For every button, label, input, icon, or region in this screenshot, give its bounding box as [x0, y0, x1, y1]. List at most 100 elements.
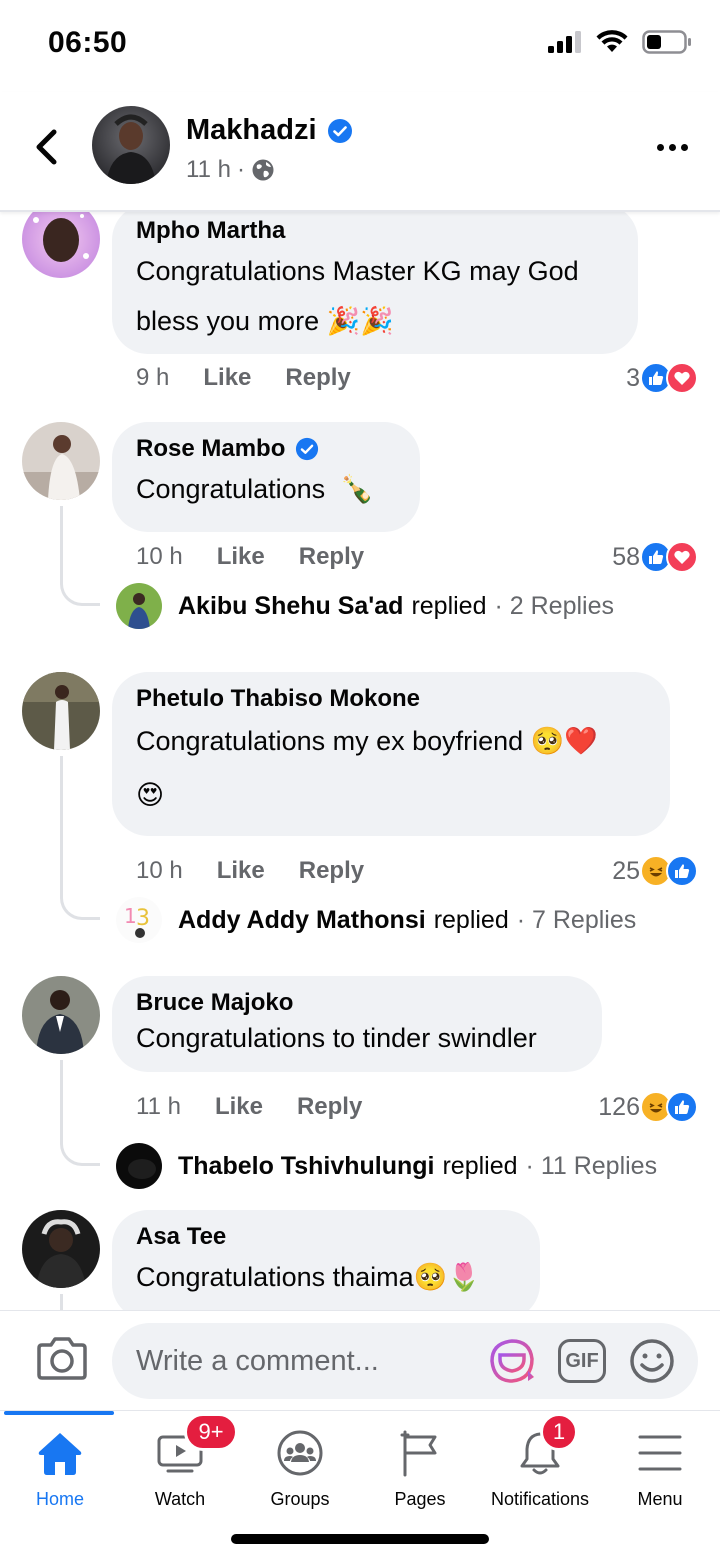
emoji-button[interactable] — [628, 1337, 676, 1385]
thread-connector — [60, 506, 100, 606]
like-reaction-icon — [666, 1091, 698, 1123]
comment-actions: 10 h Like Reply — [136, 854, 398, 888]
reaction-summary[interactable]: 3 — [626, 361, 698, 395]
back-button[interactable] — [26, 122, 66, 172]
replier-name: Thabelo Tshivhulungi — [178, 1151, 435, 1180]
comment-input[interactable] — [136, 1323, 476, 1399]
like-button[interactable]: Like — [217, 857, 265, 885]
pleading-heart-emoji: 🥺❤️ — [530, 726, 598, 756]
svg-text:1: 1 — [124, 904, 137, 928]
dot — [668, 143, 676, 151]
status-time: 06:50 — [48, 26, 128, 59]
commenter-avatar[interactable] — [22, 212, 100, 278]
tab-label: Watch — [154, 1489, 206, 1509]
wifi-icon — [596, 30, 628, 52]
comment-author[interactable]: Bruce Majoko — [136, 988, 578, 1018]
comment-author[interactable]: Phetulo Thabiso Mokone — [136, 684, 646, 714]
avatar-sticker-button[interactable] — [488, 1337, 536, 1385]
meta-separator: · — [236, 156, 245, 183]
comment-text: Congratulations to tinder swindler — [136, 1023, 537, 1053]
comment-bubble[interactable]: Asa Tee Congratulations thaima🥺🌷 — [112, 1210, 540, 1310]
reaction-count: 25 — [612, 856, 640, 885]
comment-author[interactable]: Asa Tee — [136, 1222, 516, 1252]
comment-actions: 9 h Like Reply — [136, 361, 385, 395]
comment-text: Congratulations thaima🥺🌷 — [136, 1262, 481, 1292]
camera-icon — [37, 1337, 87, 1380]
author-name[interactable]: Makhadzi — [186, 114, 317, 147]
comment-bubble[interactable]: Phetulo Thabiso Mokone Congratulations m… — [112, 672, 670, 836]
comment-bubble[interactable]: Mpho Martha Congratulations Master KG ma… — [112, 212, 638, 354]
pleading-tulip-emoji: 🥺🌷 — [413, 1262, 481, 1292]
comment-bubble[interactable]: Rose Mambo Congratulations 🍾 — [112, 422, 420, 532]
like-reaction-icon — [666, 855, 698, 887]
reaction-count: 3 — [626, 363, 640, 392]
reaction-summary[interactable]: 25 — [612, 854, 698, 888]
more-options-button[interactable] — [652, 132, 692, 162]
tab-pages[interactable]: Pages — [360, 1411, 480, 1521]
comment-time: 10 h — [136, 857, 183, 884]
chevron-left-icon — [36, 129, 57, 165]
comment-box: GIF — [112, 1323, 698, 1399]
commenter-avatar[interactable] — [22, 976, 100, 1054]
reply-button[interactable]: Reply — [299, 857, 364, 885]
view-replies-link[interactable]: Akibu Shehu Sa'ad replied · 2 Replies — [116, 582, 614, 630]
thread-connector — [60, 1060, 100, 1166]
replied-label: replied — [442, 1151, 518, 1180]
reaction-summary[interactable]: 126 — [598, 1090, 698, 1124]
tab-label: Groups — [270, 1489, 330, 1509]
replied-label: replied — [411, 591, 487, 620]
comment-author[interactable]: Rose Mambo — [136, 434, 396, 464]
hamburger-icon — [638, 1435, 682, 1471]
reaction-count: 126 — [598, 1092, 640, 1121]
view-replies-link[interactable]: 1 3 Addy Addy Mathonsi replied · 7 Repli… — [116, 896, 636, 944]
tab-watch[interactable]: 9+ Watch — [120, 1411, 240, 1521]
tab-label: Home — [35, 1489, 84, 1509]
svg-text:3: 3 — [136, 906, 150, 931]
replier-name: Akibu Shehu Sa'ad — [178, 591, 404, 620]
cellular-signal-icon — [548, 31, 581, 53]
emoji-icon — [630, 1339, 674, 1383]
flag-icon — [400, 1430, 437, 1477]
comment-bubble[interactable]: Bruce Majoko Congratulations to tinder s… — [112, 976, 602, 1072]
commenter-avatar[interactable] — [22, 422, 100, 500]
groups-icon — [277, 1430, 323, 1476]
home-indicator — [231, 1534, 489, 1544]
like-button[interactable]: Like — [203, 364, 251, 392]
replier-name: Addy Addy Mathonsi — [178, 905, 426, 934]
love-reaction-icon — [666, 541, 698, 573]
author-avatar[interactable] — [92, 106, 170, 184]
reply-count: · 11 Replies — [525, 1151, 658, 1180]
gif-button[interactable]: GIF — [558, 1339, 606, 1383]
thread-connector — [60, 1294, 100, 1310]
comment-text: Congratulations 🍾 — [136, 474, 374, 504]
status-bar: 06:50 — [0, 0, 720, 90]
view-replies-link[interactable]: Thabelo Tshivhulungi replied · 11 Replie… — [116, 1142, 657, 1190]
battery-icon — [642, 30, 691, 54]
reply-button[interactable]: Reply — [285, 364, 350, 392]
tab-menu[interactable]: Menu — [600, 1411, 720, 1521]
reply-button[interactable]: Reply — [297, 1093, 362, 1121]
camera-button[interactable] — [36, 1335, 88, 1385]
tab-groups[interactable]: Groups — [240, 1411, 360, 1521]
like-button[interactable]: Like — [215, 1093, 263, 1121]
verified-badge-icon — [296, 437, 319, 461]
heart-eyes-emoji: 😍 — [136, 780, 165, 810]
commenter-avatar[interactable] — [22, 672, 100, 750]
author-name-row: Makhadzi — [186, 114, 353, 147]
commenter-avatar[interactable] — [22, 1210, 100, 1288]
home-icon — [38, 1433, 82, 1475]
dot — [656, 143, 664, 151]
reaction-summary[interactable]: 58 — [612, 540, 698, 574]
notifications-badge: 1 — [540, 1413, 578, 1451]
post-header: Makhadzi 11 h · — [0, 92, 720, 212]
like-button[interactable]: Like — [217, 543, 265, 571]
tab-label: Notifications — [490, 1489, 590, 1509]
tab-notifications[interactable]: 1 Notifications — [480, 1411, 600, 1521]
tab-home[interactable]: Home — [0, 1411, 120, 1521]
reply-button[interactable]: Reply — [299, 543, 364, 571]
reply-count: · 7 Replies — [516, 905, 637, 934]
comment-composer: GIF — [0, 1310, 720, 1410]
comment-author[interactable]: Mpho Martha — [136, 216, 614, 246]
party-emoji: 🎉🎉 — [326, 306, 394, 336]
thread-connector — [60, 756, 100, 920]
